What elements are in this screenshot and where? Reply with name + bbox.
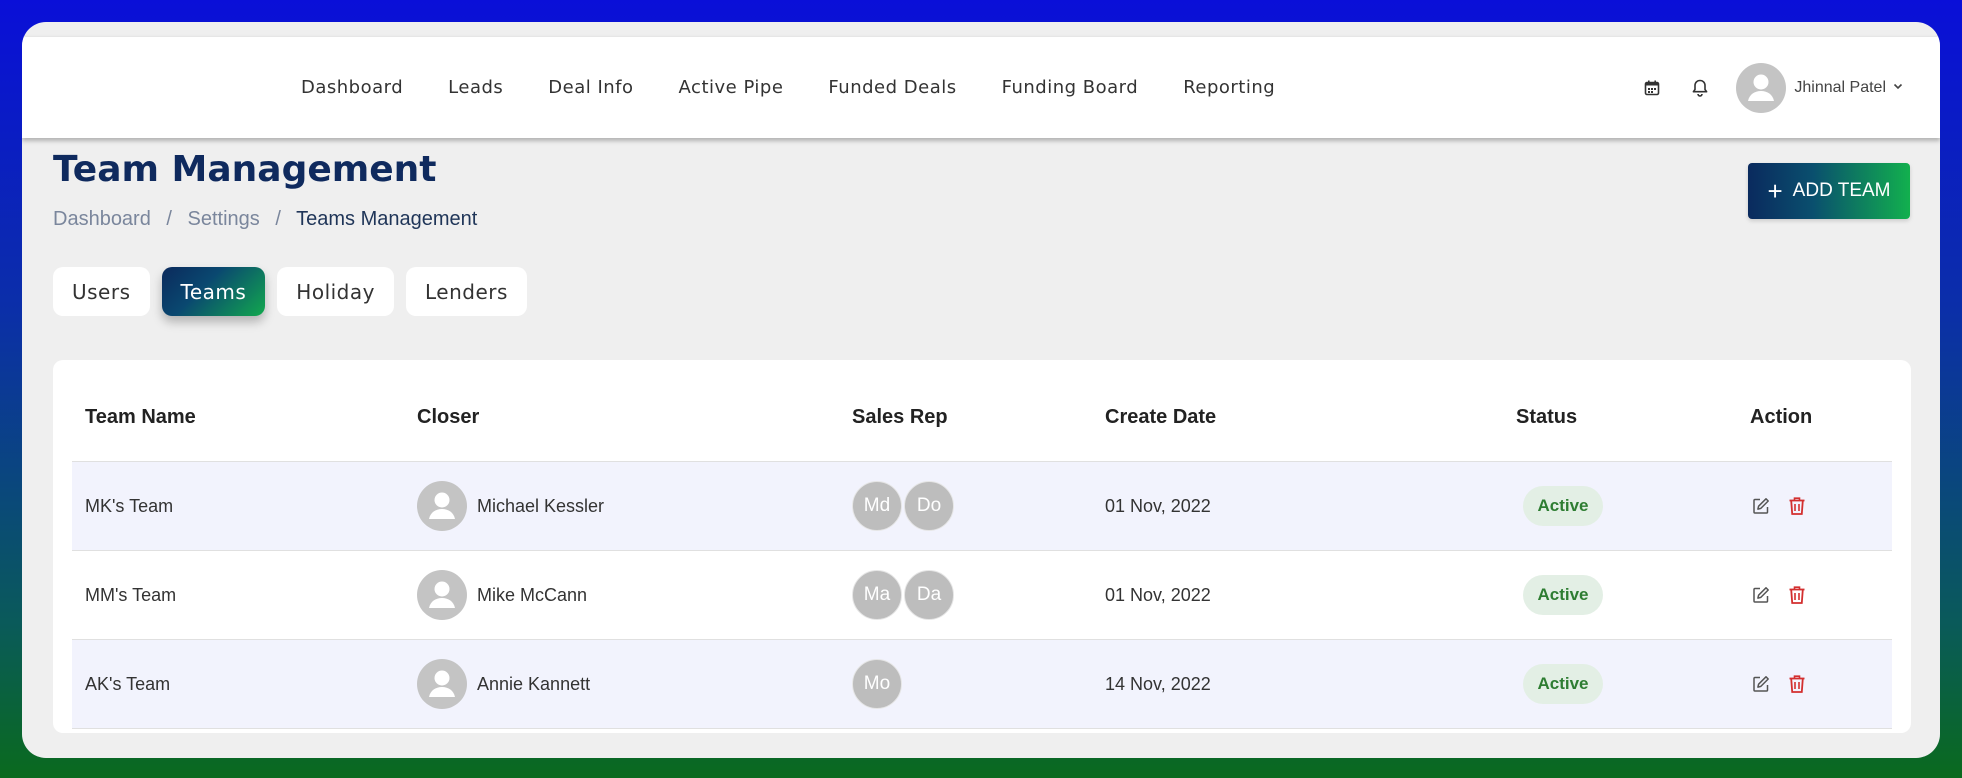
- calendar-icon[interactable]: [1640, 76, 1664, 100]
- column-header: Create Date: [1105, 374, 1516, 462]
- teams-table: Team Name Closer Sales Rep Create Date S…: [72, 374, 1892, 729]
- status-badge: Active: [1523, 664, 1603, 704]
- closer-name: Annie Kannett: [477, 673, 591, 694]
- edit-icon[interactable]: [1750, 584, 1772, 606]
- edit-icon[interactable]: [1750, 495, 1772, 517]
- status-cell: Active: [1516, 461, 1750, 551]
- bell-icon[interactable]: [1688, 76, 1712, 100]
- team-name: MM's Team: [85, 584, 177, 605]
- sales-rep-cell: Mo: [852, 639, 1105, 729]
- closer-cell: Mike McCann: [417, 550, 852, 640]
- closer-name: Michael Kessler: [477, 495, 605, 516]
- status-cell: Active: [1516, 639, 1750, 729]
- user-avatar-icon: [1736, 62, 1787, 113]
- column-header: Status: [1516, 374, 1750, 462]
- team-name: AK's Team: [85, 673, 171, 694]
- top-navbar: Dashboard Leads Deal Info Active Pipe Fu…: [22, 36, 1940, 138]
- teams-card: Team Name Closer Sales Rep Create Date S…: [53, 360, 1911, 733]
- sales-rep-cell: Ma Da: [852, 550, 1105, 640]
- nav-dashboard[interactable]: Dashboard: [301, 77, 403, 98]
- status-badge: Active: [1523, 486, 1603, 526]
- closer-cell: Annie Kannett: [417, 639, 852, 729]
- table-header-row: Team Name Closer Sales Rep Create Date S…: [72, 374, 1892, 462]
- nav-funding-board[interactable]: Funding Board: [1002, 77, 1139, 98]
- tab-teams[interactable]: Teams: [161, 267, 266, 316]
- app-window: Dashboard Leads Deal Info Active Pipe Fu…: [22, 22, 1940, 758]
- nav-deal-info[interactable]: Deal Info: [548, 77, 633, 98]
- tab-lenders[interactable]: Lenders: [405, 267, 527, 316]
- nav-funded-deals[interactable]: Funded Deals: [828, 77, 956, 98]
- breadcrumb-separator: /: [275, 208, 281, 230]
- nav-active-pipe[interactable]: Active Pipe: [679, 77, 784, 98]
- sales-rep-cell: Md Do: [852, 461, 1105, 551]
- breadcrumb: Dashboard / Settings / Teams Management: [53, 208, 477, 231]
- page-title: Team Management: [53, 149, 437, 190]
- tab-holiday[interactable]: Holiday: [277, 267, 394, 316]
- team-name-cell: MK's Team: [72, 461, 417, 551]
- table-row: AK's Team Annie Kannett Mo 14 Nov, 2022 …: [72, 639, 1892, 729]
- chevron-down-icon: [1892, 79, 1904, 97]
- edit-icon[interactable]: [1750, 673, 1772, 695]
- sales-rep-avatar[interactable]: Ma: [852, 570, 902, 620]
- breadcrumb-settings[interactable]: Settings: [188, 208, 260, 230]
- breadcrumb-dashboard[interactable]: Dashboard: [53, 208, 151, 230]
- table-row: MM's Team Mike McCann Ma Da 01 Nov, 2022 …: [72, 550, 1892, 640]
- action-cell: [1750, 550, 1892, 640]
- user-menu[interactable]: Jhinnal Patel: [1736, 62, 1904, 113]
- user-name: Jhinnal Patel: [1794, 78, 1886, 96]
- team-name: MK's Team: [85, 495, 174, 516]
- tab-users[interactable]: Users: [53, 267, 150, 316]
- action-cell: [1750, 461, 1892, 551]
- create-date: 14 Nov, 2022: [1105, 639, 1516, 729]
- closer-avatar-icon: [417, 570, 467, 620]
- team-name-cell: MM's Team: [72, 550, 417, 640]
- column-header: Closer: [417, 374, 852, 462]
- create-date: 01 Nov, 2022: [1105, 461, 1516, 551]
- sales-rep-avatar[interactable]: Mo: [852, 659, 902, 709]
- topbar-actions: Jhinnal Patel: [1640, 37, 1940, 138]
- trash-icon[interactable]: [1786, 584, 1808, 606]
- trash-icon[interactable]: [1786, 495, 1808, 517]
- status-badge: Active: [1523, 575, 1603, 615]
- nav-leads[interactable]: Leads: [448, 77, 503, 98]
- table-row: MK's Team Michael Kessler Md Do 01 Nov, 2…: [72, 461, 1892, 551]
- closer-cell: Michael Kessler: [417, 461, 852, 551]
- closer-avatar-icon: [417, 481, 467, 531]
- column-header: Sales Rep: [852, 374, 1105, 462]
- closer-name: Mike McCann: [477, 584, 588, 605]
- sales-rep-avatar[interactable]: Da: [904, 570, 954, 620]
- create-date: 01 Nov, 2022: [1105, 550, 1516, 640]
- settings-tabs: Users Teams Holiday Lenders: [53, 267, 539, 316]
- team-name-cell: AK's Team: [72, 639, 417, 729]
- action-cell: [1750, 639, 1892, 729]
- add-team-label: ADD TEAM: [1792, 180, 1891, 201]
- column-header: Action: [1750, 374, 1892, 462]
- breadcrumb-current: Teams Management: [296, 208, 478, 230]
- status-cell: Active: [1516, 550, 1750, 640]
- column-header: Team Name: [72, 374, 417, 462]
- trash-icon[interactable]: [1786, 673, 1808, 695]
- sales-rep-avatar[interactable]: Md: [852, 481, 902, 531]
- plus-icon: +: [1767, 176, 1783, 206]
- main-nav: Dashboard Leads Deal Info Active Pipe Fu…: [301, 37, 1320, 138]
- sales-rep-avatar[interactable]: Do: [904, 481, 954, 531]
- closer-avatar-icon: [417, 659, 467, 709]
- nav-reporting[interactable]: Reporting: [1183, 77, 1275, 98]
- add-team-button[interactable]: + ADD TEAM: [1748, 163, 1910, 219]
- breadcrumb-separator: /: [166, 208, 172, 230]
